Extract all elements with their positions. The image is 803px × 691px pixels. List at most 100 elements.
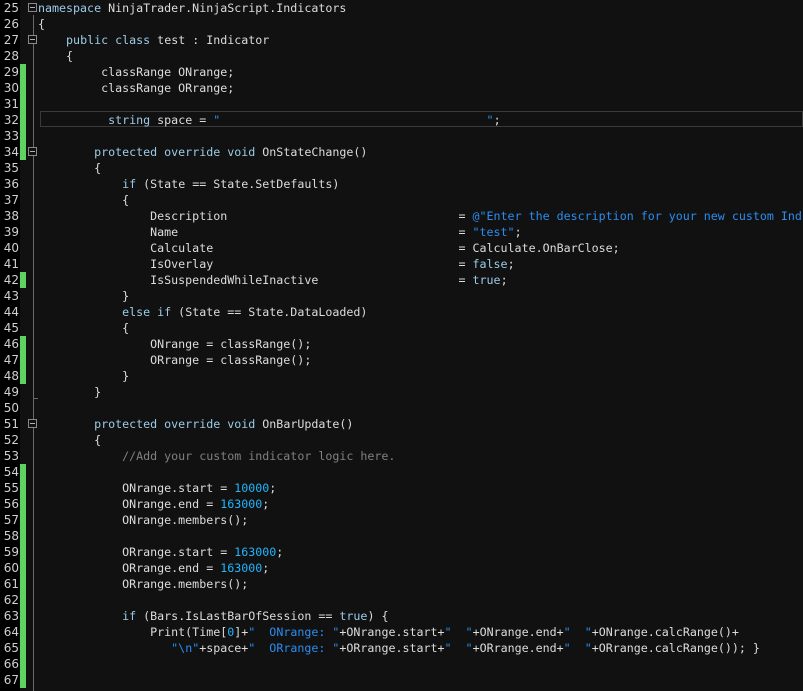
code-token: ORrange = classRange(); [38,353,312,367]
keyword-token: true [339,609,368,623]
code-line[interactable]: else if (State == State.DataLoaded) [38,304,803,320]
code-token: (Bars.IsLastBarOfSession == [136,609,340,623]
line-number: 25 [3,1,19,15]
code-token: ONrange.start = [38,481,235,495]
code-line[interactable]: namespace NinjaTrader.NinjaScript.Indica… [38,0,803,16]
code-token: Name = [38,225,473,239]
code-line[interactable] [38,656,803,672]
number-token: 163000 [220,497,263,511]
code-token: Calculate = Calculate.OnBarClose; [38,241,620,255]
collapse-onstatechange-icon[interactable] [28,147,37,156]
keyword-token: protected override void [94,417,256,431]
code-line[interactable]: { [38,432,803,448]
code-line[interactable]: ONrange.start = 10000; [38,480,803,496]
code-line[interactable] [38,528,803,544]
code-token: ; [262,497,270,511]
code-line[interactable]: } [38,368,803,384]
code-token: space = [150,113,214,127]
line-number: 56 [3,497,19,511]
code-line[interactable] [38,96,803,112]
code-token: { [38,193,130,207]
code-token: (State == State.SetDefaults) [136,177,340,191]
code-line[interactable]: ONrange = classRange(); [38,336,803,352]
keyword-token: true [472,273,501,287]
line-number-margin: 25 26 27 28 29 30 31 32 33 34 35 36 37 38 39 40 41 42 43 44… [0,0,20,691]
line-number: 37 [3,193,19,207]
code-line[interactable] [38,464,803,480]
code-token: IsOverlay = [38,257,473,271]
code-token: ; [514,225,522,239]
line-number: 43 [3,289,19,303]
line-number: 38 [3,209,19,223]
code-line[interactable] [38,672,803,688]
code-line[interactable]: protected override void OnBarUpdate() [38,416,803,432]
code-line[interactable]: } [38,384,803,400]
line-number: 42 [3,273,19,287]
code-token: ; [262,561,270,575]
code-line[interactable]: ORrange.members(); [38,576,803,592]
collapse-class-icon[interactable] [28,35,37,44]
code-token: IsSuspendedWhileInactive = [38,273,473,287]
code-token: { [38,321,130,335]
code-line[interactable]: public class test : Indicator [38,32,803,48]
code-line[interactable]: protected override void OnStateChange() [38,144,803,160]
code-line[interactable]: classRange ONrange; [38,64,803,80]
number-token: 10000 [234,481,270,495]
collapse-onbarupdate-icon[interactable] [28,419,37,428]
line-number: 61 [3,577,19,591]
string-token: " " [563,625,592,639]
line-number: 35 [3,161,19,175]
keyword-token: protected override void [94,145,256,159]
code-line[interactable]: if (State == State.SetDefaults) [38,176,803,192]
line-number: 57 [3,513,19,527]
code-line[interactable]: string space = " "; [38,112,803,128]
line-number: 44 [3,305,19,319]
code-line[interactable]: ONrange.end = 163000; [38,496,803,512]
code-line[interactable]: { [38,160,803,176]
keyword-token: if [122,609,137,623]
code-token: +ORrange.end+ [472,641,564,655]
code-line[interactable]: Name = "test"; [38,224,803,240]
code-line[interactable]: { [38,48,803,64]
code-line[interactable] [38,400,803,416]
code-line[interactable]: { [38,320,803,336]
code-line[interactable]: if (Bars.IsLastBarOfSession == true) { [38,608,803,624]
line-number: 48 [3,369,19,383]
code-editor[interactable]: namespace NinjaTrader.NinjaScript.Indica… [38,0,803,691]
code-line[interactable]: Print(Time[0]+" ONrange: "+ONrange.start… [38,624,803,640]
code-token: ORrange.members(); [38,577,249,591]
code-line[interactable] [38,128,803,144]
code-line[interactable]: IsOverlay = false; [38,256,803,272]
code-line[interactable]: { [38,16,803,32]
code-line[interactable]: classRange ORrange; [38,80,803,96]
code-line[interactable]: ONrange.members(); [38,512,803,528]
code-token: +ONrange.end+ [472,625,564,639]
collapse-namespace-icon[interactable] [28,3,37,12]
code-token: ; [493,113,501,127]
code-line[interactable]: ORrange = classRange(); [38,352,803,368]
code-line[interactable]: Calculate = Calculate.OnBarClose; [38,240,803,256]
line-number: 63 [3,609,19,623]
line-number: 26 [3,17,19,31]
code-token: { [38,161,102,175]
code-line[interactable] [38,592,803,608]
code-line[interactable]: { [38,192,803,208]
code-line[interactable]: IsSuspendedWhileInactive = true; [38,272,803,288]
line-number: 29 [3,65,19,79]
code-line[interactable]: //Add your custom indicator logic here. [38,448,803,464]
code-line[interactable]: } [38,288,803,304]
line-number: 47 [3,353,19,367]
line-number: 64 [3,625,19,639]
code-token: ; [500,273,508,287]
code-line[interactable]: ORrange.start = 163000; [38,544,803,560]
code-line[interactable]: ORrange.end = 163000; [38,560,803,576]
number-token: 163000 [234,545,277,559]
keyword-token: else if [122,305,172,319]
code-line[interactable]: "\n"+space+" ORrange: "+ORrange.start+" … [38,640,803,656]
code-line[interactable]: Description = @"Enter the description fo… [38,208,803,224]
code-token: +space+ [199,641,249,655]
